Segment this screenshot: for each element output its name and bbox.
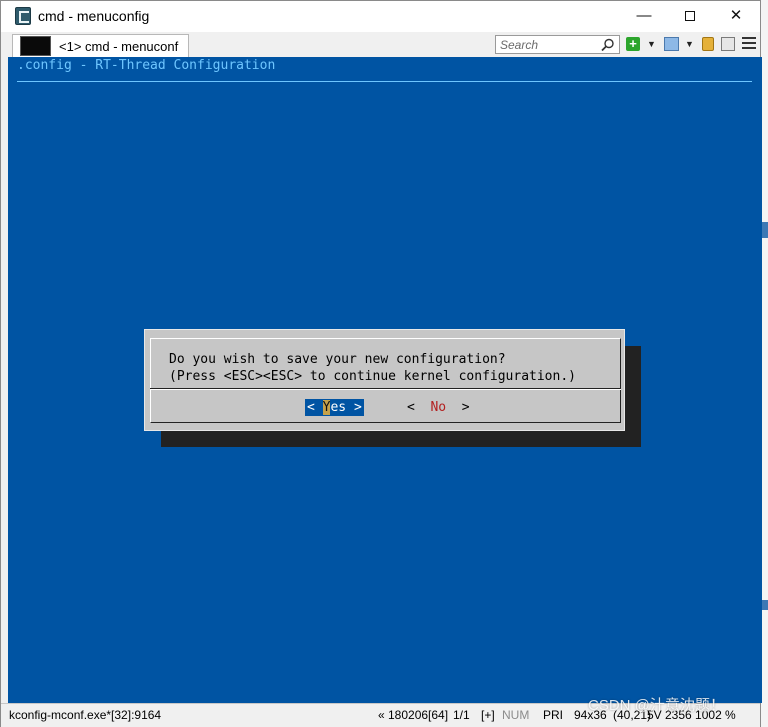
tab-label: <1> cmd - menuconf bbox=[59, 39, 179, 54]
status-page: 1/1 bbox=[453, 708, 470, 722]
status-position: « 180206[64] bbox=[378, 708, 449, 722]
search-input[interactable]: Search bbox=[495, 35, 620, 54]
app-icon[interactable] bbox=[15, 7, 31, 25]
no-bracket-left: < bbox=[407, 400, 431, 415]
menu-icon[interactable] bbox=[742, 37, 756, 51]
window-title: cmd - menuconfig bbox=[38, 8, 150, 24]
status-num: NUM bbox=[502, 708, 530, 722]
console-area[interactable]: .config - RT-Thread Configuration Do you… bbox=[8, 57, 762, 703]
minimize-button[interactable]: — bbox=[621, 1, 667, 32]
yes-bracket-left: < bbox=[307, 400, 323, 415]
dialog-question: Do you wish to save your new configurati… bbox=[169, 352, 506, 367]
no-hotkey: No bbox=[430, 400, 447, 415]
no-bracket-right: > bbox=[446, 400, 470, 415]
maximize-icon bbox=[685, 11, 695, 22]
console-window: cmd - menuconfig — ✕ <1> cmd - menuconf … bbox=[0, 0, 762, 727]
maximize-button[interactable] bbox=[667, 1, 713, 32]
view-icon[interactable] bbox=[664, 37, 679, 51]
lock-icon[interactable] bbox=[702, 37, 714, 51]
dropdown-icon[interactable]: ▼ bbox=[685, 37, 694, 51]
header-rule bbox=[17, 81, 752, 82]
yes-button[interactable]: < Yes > bbox=[305, 399, 364, 416]
tab-console-1[interactable]: <1> cmd - menuconf bbox=[12, 34, 189, 57]
search-icon[interactable] bbox=[601, 38, 615, 52]
status-insert: [+] bbox=[481, 708, 495, 722]
search-placeholder: Search bbox=[500, 38, 539, 52]
status-pri: PRI bbox=[543, 708, 564, 722]
status-process[interactable]: kconfig-mconf.exe*[32]:9164 bbox=[9, 708, 161, 722]
panel-icon[interactable] bbox=[721, 37, 735, 51]
watermark: CSDN @汁意沈题！ bbox=[588, 697, 725, 714]
title-bar[interactable]: cmd - menuconfig — ✕ bbox=[1, 1, 760, 32]
console-header: .config - RT-Thread Configuration bbox=[17, 58, 276, 73]
save-config-dialog: Do you wish to save your new configurati… bbox=[144, 329, 625, 431]
dialog-hint: (Press <ESC><ESC> to continue kernel con… bbox=[169, 369, 576, 384]
no-button[interactable]: < No > bbox=[407, 399, 470, 416]
tab-thumbnail-icon bbox=[20, 36, 51, 56]
background-selection-strip bbox=[761, 600, 768, 610]
background-selection-strip bbox=[761, 222, 768, 238]
close-button[interactable]: ✕ bbox=[713, 1, 759, 32]
yes-label-rest: es > bbox=[330, 400, 362, 415]
plus-icon[interactable]: + bbox=[626, 37, 640, 51]
status-zoom: % bbox=[725, 708, 736, 722]
dialog-separator-highlight bbox=[150, 389, 621, 390]
dropdown-icon[interactable]: ▼ bbox=[647, 37, 656, 51]
